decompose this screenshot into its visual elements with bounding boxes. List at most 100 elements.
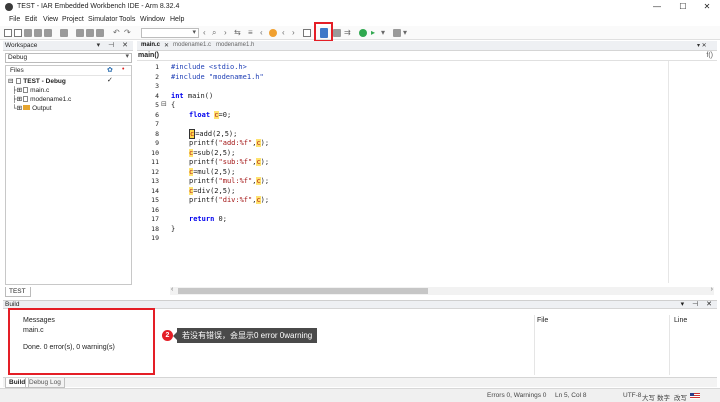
menu-project[interactable]: Project <box>62 16 84 23</box>
find-prev-icon[interactable]: ‹ <box>203 28 206 37</box>
menu-tools[interactable]: Tools <box>119 16 135 23</box>
more-icon[interactable]: ▾ <box>403 28 407 37</box>
menu-bar: File Edit View Project Simulator Tools W… <box>0 14 720 26</box>
stop-build-icon[interactable]: ⇉ <box>344 28 351 37</box>
find-icon[interactable]: ⌕ <box>212 28 216 38</box>
build-pane-buttons[interactable]: ▾ ⊣ ✕ <box>681 300 715 308</box>
title-bar: TEST - IAR Embedded Workbench IDE - Arm … <box>0 0 720 14</box>
paste-icon[interactable] <box>96 29 104 37</box>
tree-item-output[interactable]: └⊞ Output <box>12 104 52 112</box>
nav-back-icon[interactable]: ‹ <box>282 28 285 37</box>
workspace-tab-test[interactable]: TEST <box>5 287 31 297</box>
code-line-19: } <box>171 224 176 233</box>
redo-icon[interactable]: ↷ <box>124 28 131 37</box>
column-divider <box>534 315 535 375</box>
copy-icon[interactable] <box>86 29 94 37</box>
status-num: 数字 <box>657 395 670 402</box>
checkmark-icon: ✓ <box>107 77 113 84</box>
tab-modename1-c[interactable]: modename1.c <box>173 42 211 48</box>
compile-highlight-box <box>314 22 333 42</box>
expand-icon[interactable]: └⊞ <box>12 105 22 112</box>
tree-item-main-c[interactable]: ├⊞ main.c <box>12 86 49 94</box>
tab-close-icon[interactable]: ✕ <box>164 42 169 49</box>
line-number: 13 <box>151 177 159 185</box>
close-window-button[interactable]: ✕ <box>694 1 720 13</box>
editor-tabs-menu-icon[interactable]: ▾ ✕ <box>697 42 707 49</box>
workspace-header: Workspace ▾ ⊣ ✕ <box>3 41 133 51</box>
scroll-left-icon[interactable]: ‹ <box>171 286 173 293</box>
function-scope[interactable]: main() <box>138 52 159 59</box>
menu-help[interactable]: Help <box>170 16 184 23</box>
tab-debug-log[interactable]: Debug Log <box>25 378 65 388</box>
code-line-5: { <box>171 101 176 109</box>
editor-tabs: main.c ✕ modename1.c modename1.h ▾ ✕ <box>137 41 717 51</box>
new-file-icon[interactable] <box>4 29 12 37</box>
save-all-icon[interactable] <box>44 29 52 37</box>
dropdown-arrow-icon[interactable]: ▾ <box>381 28 385 37</box>
line-number: 1 <box>155 63 159 71</box>
code-line-12: printf("sub:%f",c); <box>189 158 270 166</box>
status-ovr: 改写 <box>674 395 687 402</box>
app-icon <box>5 3 13 11</box>
make-icon[interactable] <box>333 29 341 37</box>
find-combobox[interactable] <box>141 28 199 38</box>
scroll-right-icon[interactable]: › <box>711 286 713 293</box>
code-editor[interactable]: 1 2 3 4 5 6 7 8 9 10 11 12 13 14 15 16 1… <box>137 61 717 287</box>
menu-simulator[interactable]: Simulator <box>88 16 118 23</box>
download-debug-icon[interactable] <box>359 29 367 37</box>
line-number: 15 <box>151 196 159 204</box>
col-line: Line <box>674 317 688 324</box>
minimize-button[interactable]: — <box>644 1 670 13</box>
line-number: 16 <box>151 205 159 214</box>
config-select[interactable]: Debug <box>5 53 132 63</box>
c-file-icon <box>23 96 29 102</box>
workspace-title: Workspace <box>5 42 38 49</box>
open-icon[interactable] <box>24 29 32 37</box>
status-position: Ln 5, Col 8 <box>555 392 587 399</box>
right-margin-line <box>668 61 669 283</box>
toolbar: ↶ ↷ ‹ ⌕ › ⇆ ≡ ‹ ‹ › ⇉ ▸ ▾ ▾ <box>0 26 720 40</box>
tree-item-modename1-c[interactable]: ├⊞ modename1.c <box>12 95 71 103</box>
breakpoint-icon[interactable] <box>269 29 277 37</box>
menu-window[interactable]: Window <box>140 16 165 23</box>
build-result-highlight-box <box>8 308 155 375</box>
back-icon[interactable]: ‹ <box>260 28 263 37</box>
build-pane-title: Build <box>5 301 20 308</box>
workspace-pane-buttons[interactable]: ▾ ⊣ ✕ <box>97 41 131 49</box>
find-next-icon[interactable]: › <box>224 28 227 37</box>
tab-main-c[interactable]: main.c <box>141 42 160 48</box>
undo-icon[interactable]: ↶ <box>113 28 120 37</box>
new-doc-icon[interactable] <box>14 29 22 37</box>
dot-icon: • <box>122 66 125 73</box>
code-line-11: c=sub(2,5); <box>189 148 236 157</box>
line-number: 7 <box>155 120 159 128</box>
menu-file[interactable]: File <box>9 16 20 23</box>
layout-icon[interactable] <box>393 29 401 37</box>
tab-modename1-h[interactable]: modename1.h <box>216 42 254 48</box>
scroll-thumb[interactable] <box>178 288 428 294</box>
line-number-gutter: 1 2 3 4 5 6 7 8 9 10 11 12 13 14 15 16 1… <box>137 61 172 287</box>
fold-icon[interactable]: ⊟ <box>161 100 167 108</box>
nav-forward-icon[interactable]: › <box>292 28 295 37</box>
code-line-14: printf("mul:%f",c); <box>189 177 270 185</box>
print-icon[interactable] <box>60 29 68 37</box>
line-number: 14 <box>151 186 159 195</box>
debug-without-download-icon[interactable]: ▸ <box>371 28 375 37</box>
expand-icon[interactable]: ├⊞ <box>12 96 22 103</box>
cut-icon[interactable] <box>76 29 84 37</box>
save-icon[interactable] <box>34 29 42 37</box>
indent-icon[interactable]: ≡ <box>248 28 253 37</box>
line-number: 11 <box>151 158 159 166</box>
gear-icon[interactable]: ✿ <box>107 66 113 74</box>
function-list-icon[interactable]: f() <box>706 52 713 59</box>
editor-horizontal-scrollbar[interactable]: ‹ › <box>170 286 714 295</box>
bookmark-icon[interactable]: ⇆ <box>234 28 241 37</box>
menu-edit[interactable]: Edit <box>25 16 37 23</box>
collapse-icon[interactable]: ⊟ <box>8 78 13 85</box>
menu-view[interactable]: View <box>43 16 58 23</box>
expand-icon[interactable]: ├⊞ <box>12 87 22 94</box>
status-bar: Errors 0, Warnings 0 Ln 5, Col 8 UTF-8 大… <box>0 388 720 402</box>
file-icon[interactable] <box>303 29 311 37</box>
tree-item-project[interactable]: ⊟ TEST - Debug <box>8 77 66 85</box>
maximize-button[interactable]: ☐ <box>670 1 696 13</box>
